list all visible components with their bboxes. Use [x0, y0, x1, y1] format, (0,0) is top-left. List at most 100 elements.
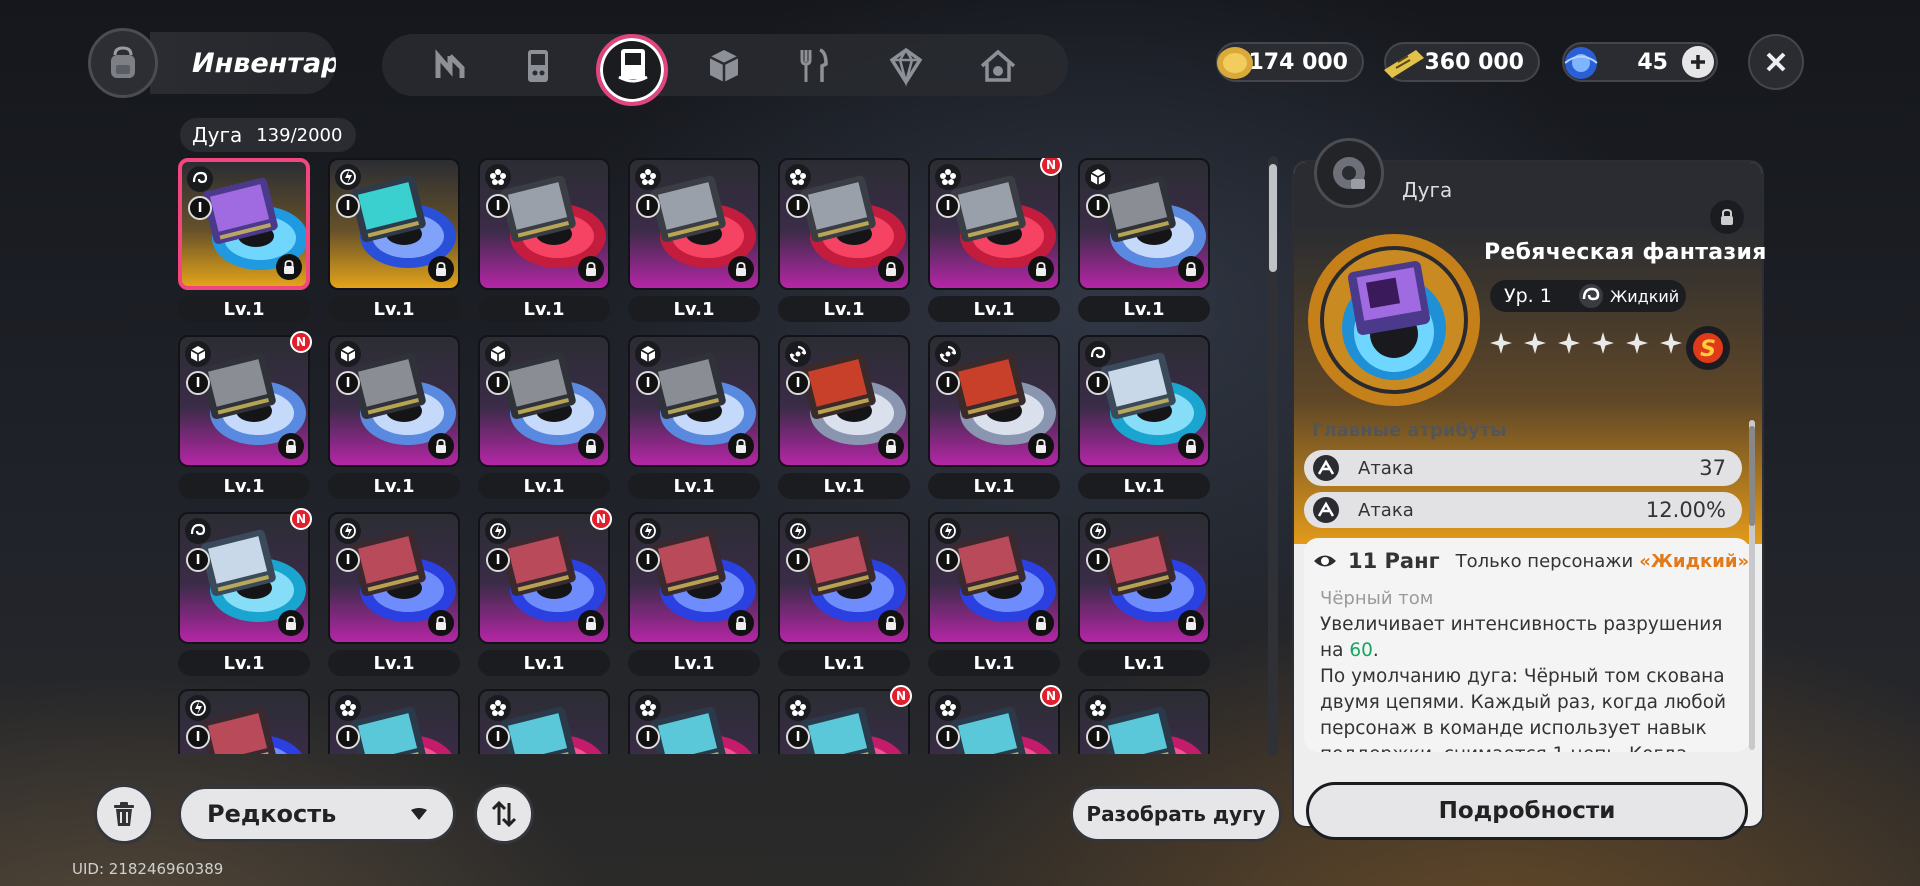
- lock-badge[interactable]: [728, 256, 754, 282]
- inventory-button[interactable]: [88, 28, 158, 98]
- arc-item-card[interactable]: I: [628, 689, 760, 754]
- home-gear-icon: [976, 44, 1020, 88]
- lock-badge[interactable]: [728, 610, 754, 636]
- lock-badge[interactable]: [578, 433, 604, 459]
- rank-badge: I: [1086, 194, 1110, 218]
- tab-handheld[interactable]: [514, 42, 562, 90]
- bolt-element-icon: [638, 521, 658, 541]
- item-level-label: Lv.1: [178, 296, 310, 322]
- arc-item-card[interactable]: I: [328, 158, 460, 290]
- lock-badge[interactable]: [728, 433, 754, 459]
- lock-badge[interactable]: [1028, 256, 1054, 282]
- star-icon: [1556, 330, 1582, 356]
- rank-badge: I: [336, 371, 360, 395]
- arc-item-card[interactable]: I: [328, 512, 460, 644]
- lock-badge[interactable]: [1178, 610, 1204, 636]
- backpack-icon: [103, 43, 143, 83]
- arc-item-card[interactable]: I: [328, 689, 460, 754]
- flower-element-icon: [488, 698, 508, 718]
- arc-item-card[interactable]: I: [478, 335, 610, 467]
- close-button[interactable]: [1748, 34, 1804, 90]
- grid-scrollbar-thumb[interactable]: [1269, 164, 1277, 272]
- lock-badge[interactable]: [428, 256, 454, 282]
- detail-lock-button[interactable]: [1710, 200, 1744, 234]
- arc-item-card[interactable]: I: [778, 158, 910, 290]
- gold-coin-icon: [1210, 40, 1260, 86]
- arc-item-card[interactable]: I: [328, 335, 460, 467]
- lock-badge[interactable]: [578, 256, 604, 282]
- arc-item-card[interactable]: I: [478, 689, 610, 754]
- arc-item-card[interactable]: I: [928, 158, 1060, 290]
- lock-badge[interactable]: [1178, 433, 1204, 459]
- lock-badge[interactable]: [878, 256, 904, 282]
- lock-badge[interactable]: [276, 254, 302, 280]
- arc-item-card[interactable]: I: [1078, 512, 1210, 644]
- rarity-badge: S: [1686, 326, 1730, 370]
- star-rating: [1488, 330, 1684, 356]
- arc-item-card[interactable]: I: [628, 512, 760, 644]
- arc-item-card[interactable]: I: [1078, 689, 1210, 754]
- lock-badge[interactable]: [878, 433, 904, 459]
- rank-badge: I: [636, 194, 660, 218]
- new-badge: N: [290, 508, 312, 530]
- element-badge: [1085, 341, 1111, 367]
- handheld-device-icon: [516, 44, 560, 88]
- arc-item-card[interactable]: I: [778, 335, 910, 467]
- arc-item-card[interactable]: I: [628, 335, 760, 467]
- lock-badge[interactable]: [278, 610, 304, 636]
- tab-arc[interactable]: [608, 40, 658, 90]
- lock-badge[interactable]: [878, 610, 904, 636]
- arc-item-card[interactable]: I: [928, 512, 1060, 644]
- element-badge: [335, 341, 361, 367]
- lock-badge[interactable]: [1028, 610, 1054, 636]
- details-button[interactable]: Подробности: [1306, 782, 1748, 840]
- arc-item-card[interactable]: I: [778, 512, 910, 644]
- arc-item-card[interactable]: I: [1078, 335, 1210, 467]
- lock-badge[interactable]: [1178, 256, 1204, 282]
- fork-knife-icon: [792, 44, 836, 88]
- item-level-label: Lv.1: [328, 650, 460, 676]
- tab-cube[interactable]: [700, 42, 748, 90]
- arc-item-card[interactable]: I: [478, 158, 610, 290]
- arc-item-card[interactable]: I: [1078, 158, 1210, 290]
- sort-order-button[interactable]: [474, 784, 534, 844]
- tab-home[interactable]: [974, 42, 1022, 90]
- lock-badge[interactable]: [578, 610, 604, 636]
- arc-item-card[interactable]: I: [178, 158, 310, 290]
- arc-item-card[interactable]: I: [628, 158, 760, 290]
- item-level-label: Lv.1: [928, 296, 1060, 322]
- element-badge: [935, 518, 961, 544]
- element-badge: [785, 518, 811, 544]
- arc-item-card[interactable]: I: [178, 335, 310, 467]
- arc-item-card[interactable]: I: [178, 689, 310, 754]
- arc-item-card[interactable]: I: [478, 512, 610, 644]
- tab-food[interactable]: [790, 42, 838, 90]
- lock-badge[interactable]: [428, 610, 454, 636]
- lock-badge[interactable]: [428, 433, 454, 459]
- item-name: Ребяческая фантазия: [1484, 240, 1767, 265]
- lock-badge[interactable]: [1028, 433, 1054, 459]
- delete-button[interactable]: [94, 784, 154, 844]
- lock-icon: [1183, 438, 1199, 454]
- tab-n-logo[interactable]: [426, 42, 474, 90]
- rank-badge: I: [486, 371, 510, 395]
- flower-element-icon: [788, 167, 808, 187]
- rank-badge: I: [936, 371, 960, 395]
- ticket-icon: [1378, 40, 1428, 86]
- item-level-label: Lv.1: [778, 296, 910, 322]
- lock-icon: [1183, 261, 1199, 277]
- element-badge: [335, 164, 361, 190]
- arc-item-card[interactable]: I: [928, 335, 1060, 467]
- rank-line: 11 Ранг Только персонажи «Жидкий»: [1312, 548, 1749, 574]
- element-badge: [635, 164, 661, 190]
- bolt-element-icon: [188, 698, 208, 718]
- tab-box[interactable]: [882, 42, 930, 90]
- add-currency-button[interactable]: [1682, 46, 1714, 78]
- item-element: Жидкий: [1578, 282, 1679, 310]
- arc-item-card[interactable]: I: [178, 512, 310, 644]
- sort-dropdown[interactable]: Редкость: [178, 786, 456, 842]
- detail-scrollbar-thumb[interactable]: [1749, 426, 1755, 526]
- lock-badge[interactable]: [278, 433, 304, 459]
- flower-element-icon: [938, 167, 958, 187]
- dismantle-button[interactable]: Разобрать дугу: [1070, 786, 1282, 842]
